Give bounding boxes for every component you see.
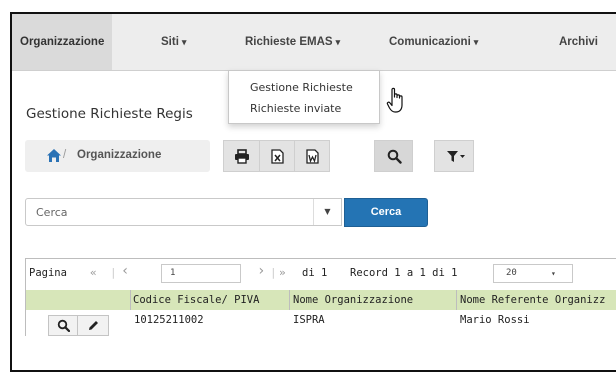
app-window: Organizzazione Siti ▾ Richieste EMAS ▾ Com… [10, 12, 616, 372]
nav-organizzazione[interactable]: Organizzazione [12, 14, 113, 70]
excel-icon [271, 149, 284, 164]
breadcrumb-item-organizzazione[interactable]: Organizzazione [77, 149, 161, 161]
search-input[interactable]: Cerca ▼ [25, 198, 342, 226]
table-header: Codice Fiscale/ PIVA Nome Organizzazione… [26, 290, 616, 311]
pencil-icon [89, 321, 98, 330]
home-icon[interactable] [46, 148, 62, 163]
filter-button[interactable] [434, 140, 474, 172]
filter-icon [447, 151, 465, 162]
hand-cursor-icon [386, 87, 403, 113]
grid-pager: Pagina « | ‹ 1 › | » di 1 Record 1 a 1 d… [26, 259, 616, 291]
first-page-icon[interactable]: « [90, 266, 97, 279]
chevron-down-icon: ▾ [335, 37, 341, 47]
export-word-button[interactable] [294, 140, 330, 172]
chevron-down-icon[interactable]: ▼ [313, 199, 341, 225]
view-button[interactable] [48, 315, 78, 336]
next-page-icon[interactable]: › [257, 263, 265, 279]
breadcrumb: / Organizzazione [25, 140, 210, 172]
nav-comunicazioni[interactable]: Comunicazioni ▾ [389, 14, 478, 70]
column-header-actions [26, 290, 122, 310]
page-count: di 1 [302, 267, 328, 279]
export-excel-button[interactable] [259, 140, 295, 172]
table-row[interactable]: 10125211002 ISPRA Mario Rossi [26, 310, 616, 336]
search-button[interactable]: Cerca [344, 198, 428, 227]
nav-archivi[interactable]: Archivi [559, 14, 598, 70]
cell-nome-organizzazione: ISPRA [293, 314, 325, 326]
search-toggle-button[interactable] [374, 140, 413, 172]
chevron-down-icon: ▾ [181, 37, 187, 47]
cell-codice-fiscale: 10125211002 [134, 314, 204, 326]
search-placeholder: Cerca [36, 206, 68, 219]
results-grid: Pagina « | ‹ 1 › | » di 1 Record 1 a 1 d… [25, 258, 616, 336]
nav-richieste-emas[interactable]: Richieste EMAS ▾ [245, 14, 340, 70]
menu-item-gestione-richieste[interactable]: Gestione Richieste [250, 81, 353, 94]
pager-label: Pagina [29, 267, 67, 279]
search-icon [387, 149, 402, 164]
chevron-down-icon: ▾ [473, 37, 479, 47]
record-count: Record 1 a 1 di 1 [350, 267, 458, 279]
page-title: Gestione Richieste Regis [26, 106, 193, 122]
chevron-down-icon: ▾ [551, 269, 556, 278]
prev-page-icon[interactable]: ‹ [121, 263, 129, 279]
last-page-icon[interactable]: » [279, 266, 286, 279]
column-header-codice-fiscale[interactable]: Codice Fiscale/ PIVA [133, 290, 283, 310]
print-button[interactable] [223, 140, 260, 172]
menu-item-richieste-inviate[interactable]: Richieste inviate [250, 102, 341, 115]
page-number-input[interactable]: 1 [161, 264, 241, 283]
cell-nome-referente: Mario Rossi [460, 314, 530, 326]
print-icon [235, 149, 249, 164]
page-size-select[interactable]: 20 ▾ [493, 264, 573, 283]
word-icon [306, 149, 319, 164]
column-header-nome-referente[interactable]: Nome Referente Organizz [460, 290, 616, 310]
edit-button[interactable] [77, 315, 109, 336]
richieste-emas-dropdown-menu: Gestione Richieste Richieste inviate [228, 70, 380, 124]
breadcrumb-separator: / [63, 149, 67, 161]
search-icon [57, 319, 70, 332]
nav-siti[interactable]: Siti ▾ [161, 14, 186, 70]
column-header-nome-organizzazione[interactable]: Nome Organizzazione [293, 290, 453, 310]
top-navbar: Organizzazione Siti ▾ Richieste EMAS ▾ Com… [12, 14, 616, 71]
